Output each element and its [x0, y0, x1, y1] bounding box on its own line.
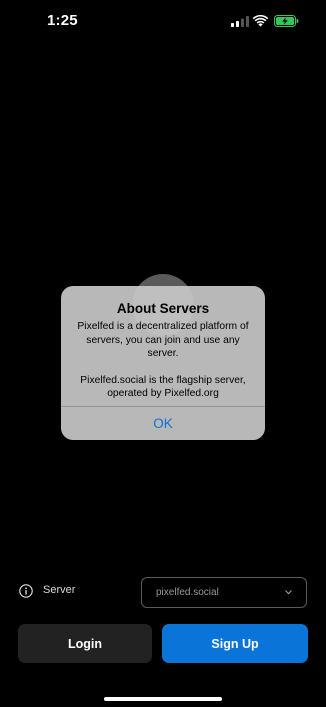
- alert-title: About Servers: [116, 301, 210, 316]
- info-icon[interactable]: [19, 584, 33, 598]
- alert-message: Pixelfed is a decentralized platform of …: [71, 320, 255, 401]
- sign-up-button[interactable]: Sign Up: [162, 624, 308, 663]
- alert-message-line-1: Pixelfed is a decentralized platform of …: [77, 321, 249, 359]
- alert-message-line-2: Pixelfed.social is the flagship server, …: [80, 374, 246, 400]
- server-select-value: pixelfed.social: [156, 587, 219, 598]
- status-bar: 1:25: [0, 0, 326, 44]
- home-indicator[interactable]: [104, 697, 222, 701]
- server-select[interactable]: pixelfed.social: [141, 577, 307, 608]
- battery-charging-icon: [274, 15, 299, 27]
- ok-button[interactable]: OK: [61, 407, 265, 440]
- server-label: Server: [43, 584, 76, 596]
- chevron-down-icon: [285, 590, 292, 595]
- status-time: 1:25: [47, 12, 78, 29]
- wifi-icon: [253, 15, 268, 27]
- login-button[interactable]: Login: [18, 624, 152, 663]
- signal-icon: [231, 16, 249, 27]
- about-servers-alert: About Servers Pixelfed is a decentralize…: [61, 286, 265, 440]
